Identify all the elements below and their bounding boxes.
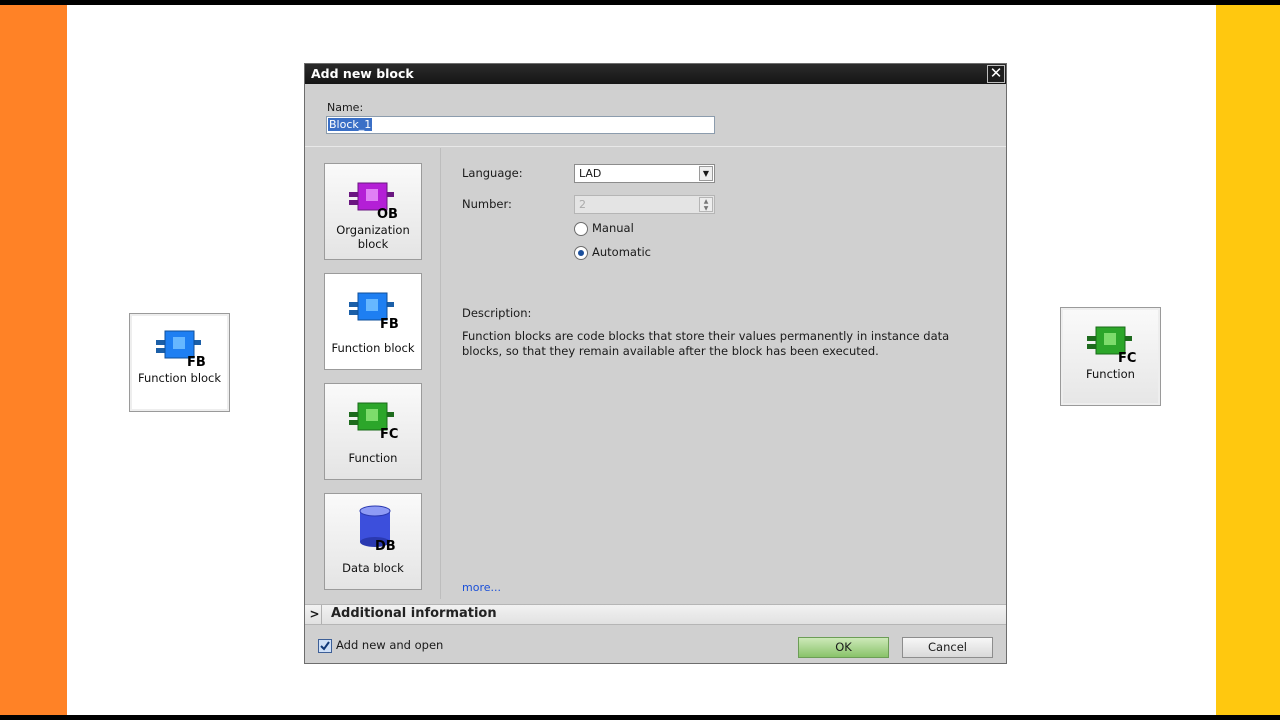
additional-information-label: Additional information [331, 606, 497, 621]
function-card: FC Function [1060, 307, 1161, 406]
radio-checked-icon[interactable] [574, 245, 588, 260]
radio-unchecked-icon[interactable] [574, 221, 588, 236]
number-value: 2 [579, 198, 586, 211]
block-type-list: OB Organization block FB Function block [305, 148, 441, 599]
ok-button[interactable]: OK [798, 637, 889, 658]
number-label: Number: [462, 197, 512, 211]
orange-side-band [0, 5, 67, 715]
language-label: Language: [462, 166, 523, 180]
dialog-titlebar: Add new block ✕ [305, 64, 1006, 84]
svg-text:FB: FB [187, 355, 206, 368]
add-new-and-open-label: Add new and open [336, 638, 444, 652]
function-block-button[interactable]: FB Function block [324, 273, 422, 370]
description-text: Function blocks are code blocks that sto… [462, 329, 950, 358]
data-block-button[interactable]: DB Data block [324, 493, 422, 590]
add-new-and-open-checkbox[interactable]: Add new and open [318, 638, 443, 653]
svg-text:DB: DB [375, 539, 396, 552]
more-link[interactable]: more... [462, 581, 501, 594]
svg-text:OB: OB [377, 207, 398, 220]
cancel-button[interactable]: Cancel [902, 637, 993, 658]
function-label: Function [348, 451, 398, 465]
close-icon[interactable]: ✕ [987, 65, 1005, 83]
checkbox-checked-icon[interactable] [318, 638, 332, 653]
slide-frame: FB Function block FC Function Add new bl… [0, 5, 1280, 715]
function-card-label: Function [1086, 367, 1135, 381]
fc-block-icon: FC [1086, 326, 1136, 366]
organization-block-button[interactable]: OB Organization block [324, 163, 422, 260]
ob-block-icon: OB [349, 182, 398, 222]
fc-block-icon: FC [349, 402, 398, 442]
data-block-label: Data block [342, 561, 404, 575]
function-block-label: Function block [331, 341, 415, 355]
organization-block-label: Organization block [336, 223, 410, 251]
chevron-down-icon[interactable]: ▼ [699, 166, 713, 181]
automatic-label: Automatic [592, 245, 651, 259]
spinner-arrows-icon: ▲ ▼ [699, 197, 713, 212]
svg-text:FC: FC [380, 427, 398, 440]
dialog-footer: Add new and open OK Cancel [305, 626, 1006, 663]
function-block-card: FB Function block [129, 313, 230, 412]
language-value: LAD [579, 167, 602, 180]
svg-text:FB: FB [380, 317, 399, 330]
db-block-icon: DB [359, 505, 396, 554]
function-button[interactable]: FC Function [324, 383, 422, 480]
automatic-radio[interactable]: Automatic [574, 245, 651, 260]
manual-radio[interactable]: Manual [574, 221, 634, 236]
add-new-block-dialog: Add new block ✕ Name: Block_1 OB Organiz… [304, 63, 1007, 664]
dialog-title: Add new block [311, 66, 414, 81]
manual-label: Manual [592, 221, 634, 235]
name-input-value: Block_1 [328, 118, 373, 131]
number-spinner: 2 ▲ ▼ [574, 195, 715, 214]
fb-block-icon: FB [349, 292, 399, 332]
function-block-card-label: Function block [137, 371, 222, 385]
description-heading: Description: [462, 306, 532, 320]
name-section: Name: Block_1 [305, 84, 1006, 147]
name-label: Name: [327, 101, 364, 114]
chevron-right-icon[interactable]: > [308, 605, 322, 624]
svg-text:FC: FC [1118, 351, 1136, 364]
yellow-side-band [1216, 5, 1280, 715]
additional-information-expander[interactable]: > Additional information [305, 604, 1006, 625]
fb-block-icon: FB [155, 330, 206, 370]
name-input[interactable]: Block_1 [326, 116, 715, 134]
language-dropdown[interactable]: LAD ▼ [574, 164, 715, 183]
